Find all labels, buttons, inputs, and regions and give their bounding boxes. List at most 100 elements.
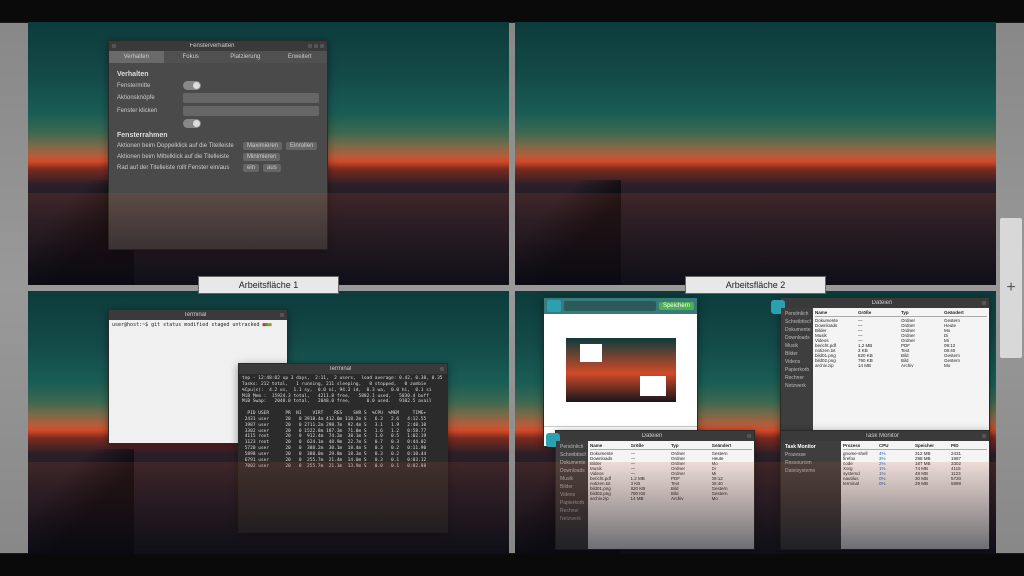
option-button[interactable]: aus [263, 164, 281, 172]
section-heading: Verhalten [117, 71, 319, 78]
add-workspace-button[interactable]: + [1000, 218, 1022, 358]
sidebar-item[interactable]: Downloads [783, 334, 811, 342]
close-icon[interactable] [280, 313, 284, 317]
fm-sidebar[interactable]: PersönlichSchreibtischDokumenteDownloads… [781, 308, 813, 436]
sidebar-item[interactable]: Dokumente [783, 326, 811, 334]
list-item[interactable]: Musik—OrdnerDi [590, 466, 752, 471]
column-header[interactable]: Typ [671, 443, 712, 448]
workspace-1[interactable]: Fensterverhalten Verhalten Fokus Platzie… [28, 22, 509, 285]
fm-file-list[interactable]: NameGrößeTypGeändertDokumente—OrdnerGest… [588, 441, 754, 549]
column-header[interactable]: CPU [879, 443, 915, 448]
close-icon[interactable] [982, 434, 986, 438]
column-header[interactable]: Geändert [944, 310, 987, 315]
sidebar-item[interactable]: Schreibtisch [558, 451, 586, 459]
list-item[interactable]: terminal0%29 MB5898 [843, 481, 987, 486]
option-button[interactable]: Minimieren [243, 153, 280, 161]
list-item[interactable]: bericht.pdf1,2 MBPDF09:12 [590, 476, 752, 481]
sidebar-item[interactable]: Schreibtisch [783, 318, 811, 326]
list-item[interactable]: archiv.zip14 MBArchivMo [590, 496, 752, 501]
column-header[interactable]: Prozess [843, 443, 879, 448]
tab-placement[interactable]: Platzierung [218, 51, 273, 63]
option-button[interactable]: Einrollen [286, 142, 317, 150]
tab-advanced[interactable]: Erweitert [273, 51, 328, 63]
workspace-label[interactable]: Arbeitsfläche 1 [198, 276, 340, 294]
column-header[interactable]: Größe [858, 310, 901, 315]
column-header[interactable]: Größe [631, 443, 672, 448]
screenshot-window[interactable]: Speichern [543, 297, 698, 447]
workspace-3[interactable]: Terminal user@host:~$ git status modifie… [28, 291, 509, 554]
list-item[interactable]: bild02.png790 KBBildGestern [590, 491, 752, 496]
sidebar-item[interactable]: Rechner [783, 374, 811, 382]
window-control-icon [112, 44, 116, 48]
sidebar-item[interactable]: Netzwerk [558, 515, 586, 523]
window-title: Dateien [559, 433, 745, 439]
column-header[interactable]: Name [590, 443, 631, 448]
dropdown-field[interactable] [183, 106, 319, 116]
column-header[interactable]: Speicher [915, 443, 951, 448]
settings-tabs[interactable]: Verhalten Fokus Platzierung Erweitert [109, 51, 327, 63]
tab-focus[interactable]: Fokus [164, 51, 219, 63]
list-item[interactable]: archiv.zip14 MBArchivMo [815, 363, 987, 368]
sidebar-item[interactable]: Videos [558, 491, 586, 499]
sidebar-item[interactable]: Papierkorb [558, 499, 586, 507]
list-item[interactable]: nautilus0%30 MB5720 [843, 476, 987, 481]
settings-window[interactable]: Fensterverhalten Verhalten Fokus Platzie… [108, 40, 328, 250]
list-item[interactable]: bild01.png820 KBBildGestern [590, 486, 752, 491]
fm-file-list[interactable]: NameGrößeTypGeändertDokumente—OrdnerGest… [813, 308, 989, 436]
column-header[interactable]: Typ [901, 310, 944, 315]
setting-label: Aktionsknöpfe [117, 95, 177, 101]
maximize-icon[interactable] [314, 44, 318, 48]
column-header[interactable]: Geändert [712, 443, 753, 448]
sidebar-item[interactable]: Bilder [558, 483, 586, 491]
fm-sidebar[interactable]: PersönlichSchreibtischDokumenteDownloads… [556, 441, 588, 549]
sidebar-item[interactable]: Persönlich [558, 443, 586, 451]
sidebar-item[interactable]: Bilder [783, 350, 811, 358]
sidebar-item[interactable]: Rechner [558, 507, 586, 515]
file-manager-window[interactable]: Dateien PersönlichSchreibtischDokumenteD… [555, 430, 755, 550]
list-item[interactable]: code2%187 MB3302 [843, 461, 987, 466]
toggle-switch[interactable] [183, 119, 201, 128]
column-header[interactable]: Name [815, 310, 858, 315]
column-header[interactable]: PID [951, 443, 987, 448]
list-item[interactable]: Videos—OrdnerMi [590, 471, 752, 476]
sidebar-item[interactable]: Musik [783, 342, 811, 350]
list-item[interactable]: systemd1%48 MB1123 [843, 471, 987, 476]
sidebar-item[interactable]: Netzwerk [783, 382, 811, 390]
save-button[interactable]: Speichern [659, 302, 694, 310]
bottom-panel [0, 554, 1024, 576]
dropdown-field[interactable] [183, 93, 319, 103]
sidebar-item[interactable]: Videos [783, 358, 811, 366]
workspace-label[interactable]: Arbeitsfläche 2 [685, 276, 827, 294]
close-icon[interactable] [982, 301, 986, 305]
list-item[interactable]: Xorg1%74 MB4115 [843, 466, 987, 471]
sidebar-heading: Task Monitor [783, 443, 839, 451]
option-button[interactable]: Maximieren [243, 142, 282, 150]
sidebar-item[interactable]: Prozesse [783, 451, 839, 459]
sidebar-item[interactable]: Persönlich [783, 310, 811, 318]
close-icon[interactable] [747, 434, 751, 438]
capture-icon[interactable] [547, 300, 561, 312]
process-list[interactable]: ProzessCPUSpeicherPIDgnome-shell4%312 MB… [841, 441, 989, 549]
toggle-switch[interactable] [183, 81, 201, 90]
sidebar-item[interactable]: Dokumente [558, 459, 586, 467]
workspace-2[interactable] [515, 22, 996, 285]
sidebar-item[interactable]: Papierkorb [783, 366, 811, 374]
file-manager-window[interactable]: Dateien PersönlichSchreibtischDokumenteD… [780, 297, 990, 437]
task-sidebar[interactable]: Task MonitorProzesseRessourcenDateisyste… [781, 441, 841, 549]
close-icon[interactable] [440, 367, 444, 371]
task-monitor-window[interactable]: Task Monitor Task MonitorProzesseRessour… [780, 430, 990, 550]
terminal-output: top - 12:48:02 up 3 days, 2:11, 2 users,… [239, 374, 447, 532]
sidebar-item[interactable]: Musik [558, 475, 586, 483]
close-icon[interactable] [320, 44, 324, 48]
option-button[interactable]: ein [243, 164, 259, 172]
terminal-window-top[interactable]: Terminal top - 12:48:02 up 3 days, 2:11,… [238, 363, 448, 533]
window-title: Fensterverhalten [118, 43, 306, 49]
tab-behaviour[interactable]: Verhalten [109, 51, 164, 63]
list-item[interactable]: Bilder—OrdnerMo [590, 461, 752, 466]
workspace-4[interactable]: Speichern Dateien PersönlichSchreibtisch… [515, 291, 996, 554]
sidebar-item[interactable]: Downloads [558, 467, 586, 475]
sidebar-item[interactable]: Dateisysteme [783, 467, 839, 475]
list-item[interactable]: notizen.txt3 KBText08:40 [590, 481, 752, 486]
sidebar-item[interactable]: Ressourcen [783, 459, 839, 467]
minimize-icon[interactable] [308, 44, 312, 48]
